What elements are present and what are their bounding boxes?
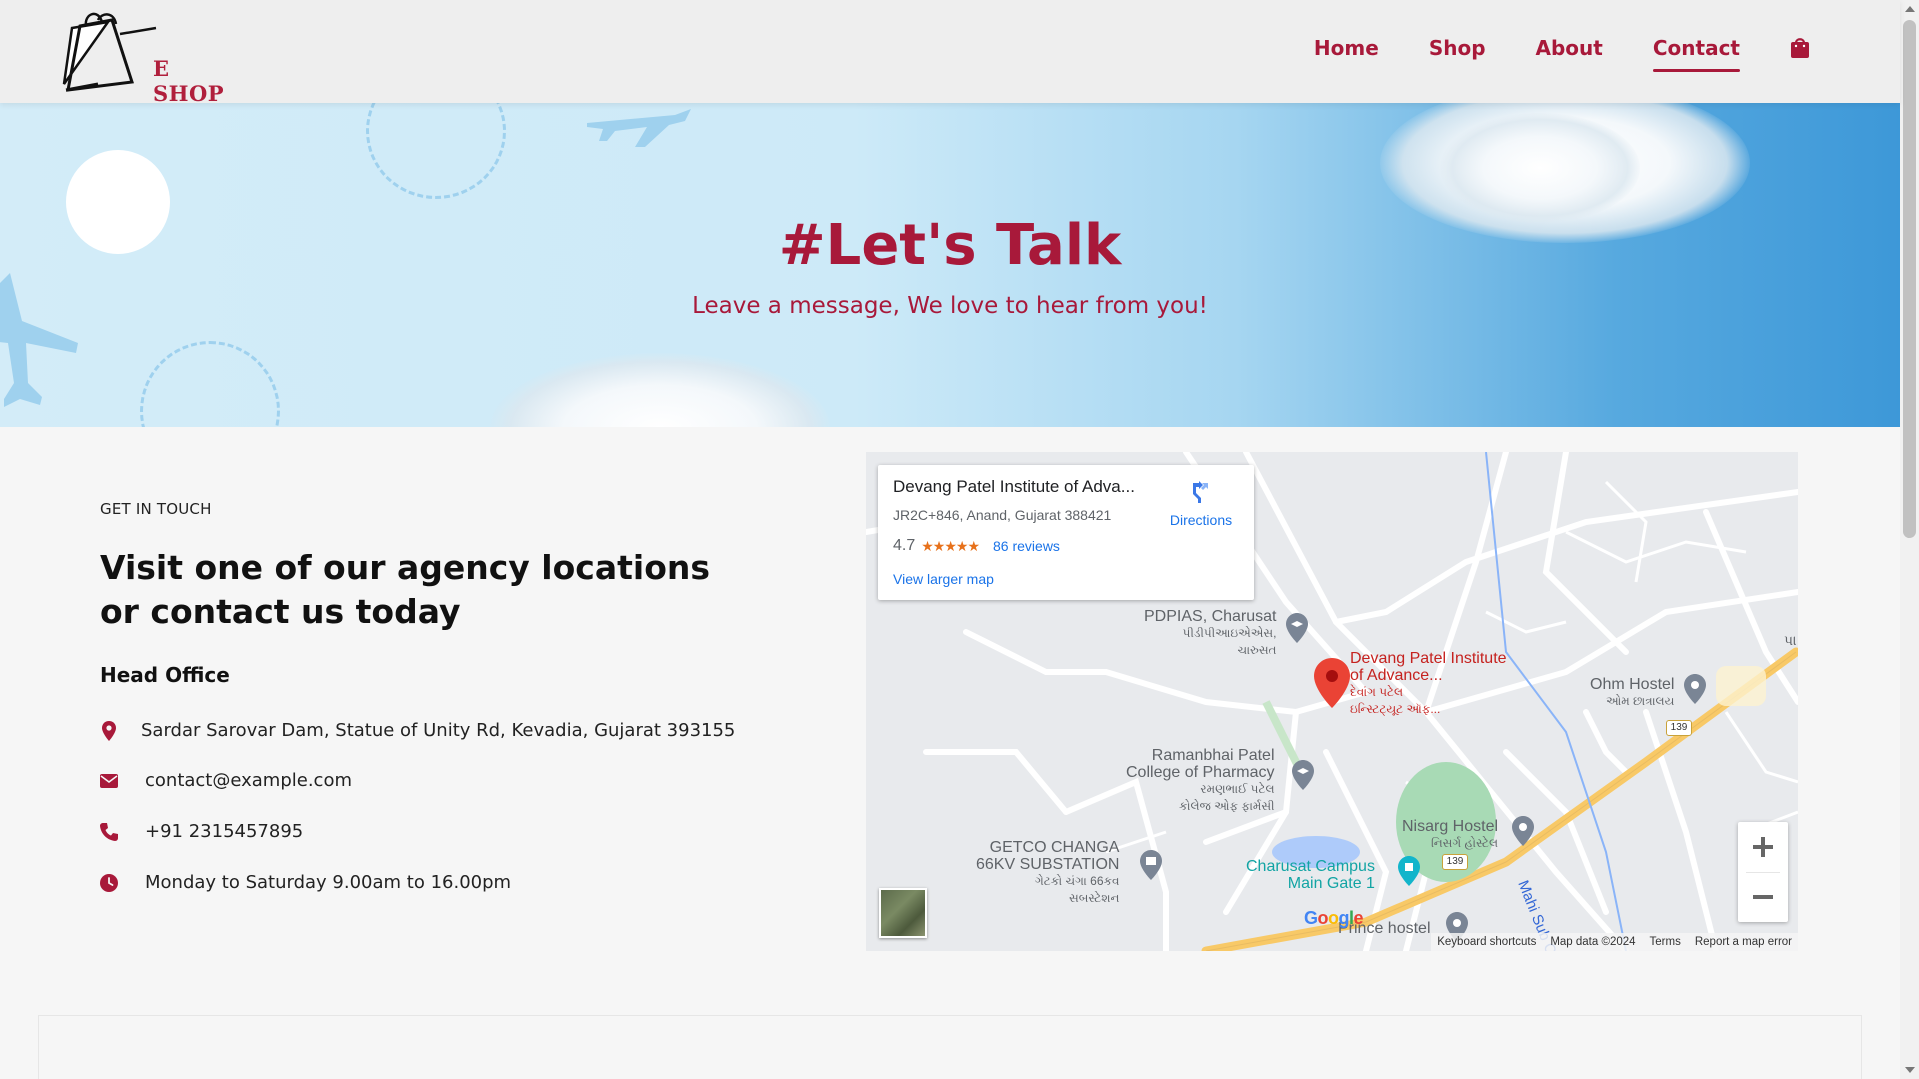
phone-row: +91 2315457895 xyxy=(100,821,303,842)
envelope-icon xyxy=(100,771,118,791)
address-row: Sardar Sarovar Dam, Statue of Unity Rd, … xyxy=(100,720,735,741)
minus-icon xyxy=(1753,895,1773,899)
view-larger-map-link[interactable]: View larger map xyxy=(893,571,994,587)
nav-contact[interactable]: Contact xyxy=(1652,36,1741,72)
map-rating: 4.7 ★★★★★ 86 reviews xyxy=(893,537,1060,555)
map-data-text: Map data ©2024 xyxy=(1550,936,1636,948)
rating-value: 4.7 xyxy=(893,537,916,554)
shopping-bag-icon[interactable] xyxy=(1790,35,1810,59)
google-map[interactable]: PDPIAS, Charusat પીડીપીઆઇએએસ, ચારુસત Dev… xyxy=(866,452,1798,951)
scrollbar-thumb[interactable] xyxy=(1903,20,1916,538)
reviews-link[interactable]: 86 reviews xyxy=(993,538,1060,554)
cloud-decoration xyxy=(1440,113,1640,223)
keyboard-shortcuts-link[interactable]: Keyboard shortcuts xyxy=(1437,936,1536,948)
rating-stars: ★★★★★ xyxy=(921,537,980,554)
location-marker-icon[interactable] xyxy=(1314,658,1350,708)
scroll-up-arrow[interactable] xyxy=(1905,6,1915,12)
map-label-nisarg-hostel: Nisarg Hostel નિસર્ગ હોસ્ટેલ xyxy=(1402,818,1499,850)
page-scrollbar[interactable] xyxy=(1900,0,1919,1079)
nav-home[interactable]: Home xyxy=(1314,36,1379,60)
map-label-edge: પા xyxy=(1784,632,1797,648)
road-shield-139: 139 xyxy=(1442,854,1468,870)
school-pin-icon[interactable] xyxy=(1286,613,1308,643)
school-pin-icon[interactable] xyxy=(1292,760,1314,790)
hostel-pin-icon[interactable] xyxy=(1684,674,1706,704)
location-pin-icon xyxy=(100,720,118,741)
directions-icon xyxy=(1193,481,1208,503)
phone-icon xyxy=(100,822,118,842)
satellite-toggle-button[interactable] xyxy=(879,888,927,938)
dashed-circle-decoration xyxy=(366,103,506,199)
head-office-title: Head Office xyxy=(100,663,230,687)
map-place-card: Devang Patel Institute of Adva... JR2C+8… xyxy=(878,465,1254,600)
hero-title: #Let's Talk xyxy=(778,213,1122,278)
logo[interactable]: E SHOP xyxy=(58,6,224,106)
contact-form-card xyxy=(38,1015,1862,1079)
directions-label: Directions xyxy=(1169,512,1233,528)
map-label-getco: GETCO CHANGA 66KV SUBSTATION ગેટકો ચંગા … xyxy=(976,839,1120,905)
google-logo: Google xyxy=(1304,908,1364,928)
zoom-divider xyxy=(1746,872,1780,873)
contact-heading: Visit one of our agency locations or con… xyxy=(100,548,711,631)
map-label-charusat-gate: Charusat Campus Main Gate 1 xyxy=(1246,858,1375,892)
clock-icon xyxy=(100,873,118,893)
main-nav: Home Shop About Contact xyxy=(1314,35,1810,72)
map-place-name: Devang Patel Institute of Adva... xyxy=(893,477,1135,496)
hostel-pin-icon[interactable] xyxy=(1512,816,1534,846)
zoom-controls xyxy=(1738,822,1788,922)
map-label-devang: Devang Patel Institute of Advance... દેવ… xyxy=(1350,650,1507,716)
zoom-out-button[interactable] xyxy=(1738,872,1788,922)
report-error-link[interactable]: Report a map error xyxy=(1695,936,1792,948)
map-label-ramanbhai: Ramanbhai Patel College of Pharmacy રમણભ… xyxy=(1126,747,1275,813)
zoom-in-button[interactable] xyxy=(1738,822,1788,872)
road-shield-139: 139 xyxy=(1666,720,1692,736)
hero-banner: #Let's Talk Leave a message, We love to … xyxy=(0,103,1900,427)
nav-about[interactable]: About xyxy=(1536,36,1603,60)
scroll-down-arrow[interactable] xyxy=(1905,1067,1915,1073)
map-footer: Keyboard shortcuts Map data ©2024 Terms … xyxy=(1431,933,1798,951)
hero-subtitle: Leave a message, We love to hear from yo… xyxy=(692,293,1208,319)
cloud-decoration xyxy=(490,353,830,427)
plus-icon xyxy=(1753,837,1773,857)
map-label-ohm-hostel: Ohm Hostel ઓમ છાત્રાલય xyxy=(1590,676,1675,708)
address-text: Sardar Sarovar Dam, Statue of Unity Rd, … xyxy=(141,720,736,741)
site-header: E SHOP Home Shop About Contact xyxy=(0,0,1900,106)
map-place-address: JR2C+846, Anand, Gujarat 388421 xyxy=(893,507,1112,523)
nav-shop[interactable]: Shop xyxy=(1429,36,1486,60)
logo-text: E SHOP xyxy=(153,56,225,106)
map-label-pdpias: PDPIAS, Charusat પીડીપીઆઇએએસ, ચારુસત xyxy=(1144,608,1277,657)
get-in-touch-label: GET IN TOUCH xyxy=(100,500,212,518)
landmark-pin-icon[interactable] xyxy=(1398,856,1420,886)
phone-text[interactable]: +91 2315457895 xyxy=(145,821,303,842)
email-row: contact@example.com xyxy=(100,770,352,791)
hours-row: Monday to Saturday 9.00am to 16.00pm xyxy=(100,872,511,893)
airplane-icon xyxy=(587,109,691,147)
directions-button[interactable]: Directions xyxy=(1161,479,1241,528)
building-pin-icon[interactable] xyxy=(1140,850,1162,880)
email-text[interactable]: contact@example.com xyxy=(145,770,352,791)
hours-text: Monday to Saturday 9.00am to 16.00pm xyxy=(145,872,512,893)
terms-link[interactable]: Terms xyxy=(1650,936,1681,948)
dashed-circle-decoration xyxy=(140,341,280,427)
